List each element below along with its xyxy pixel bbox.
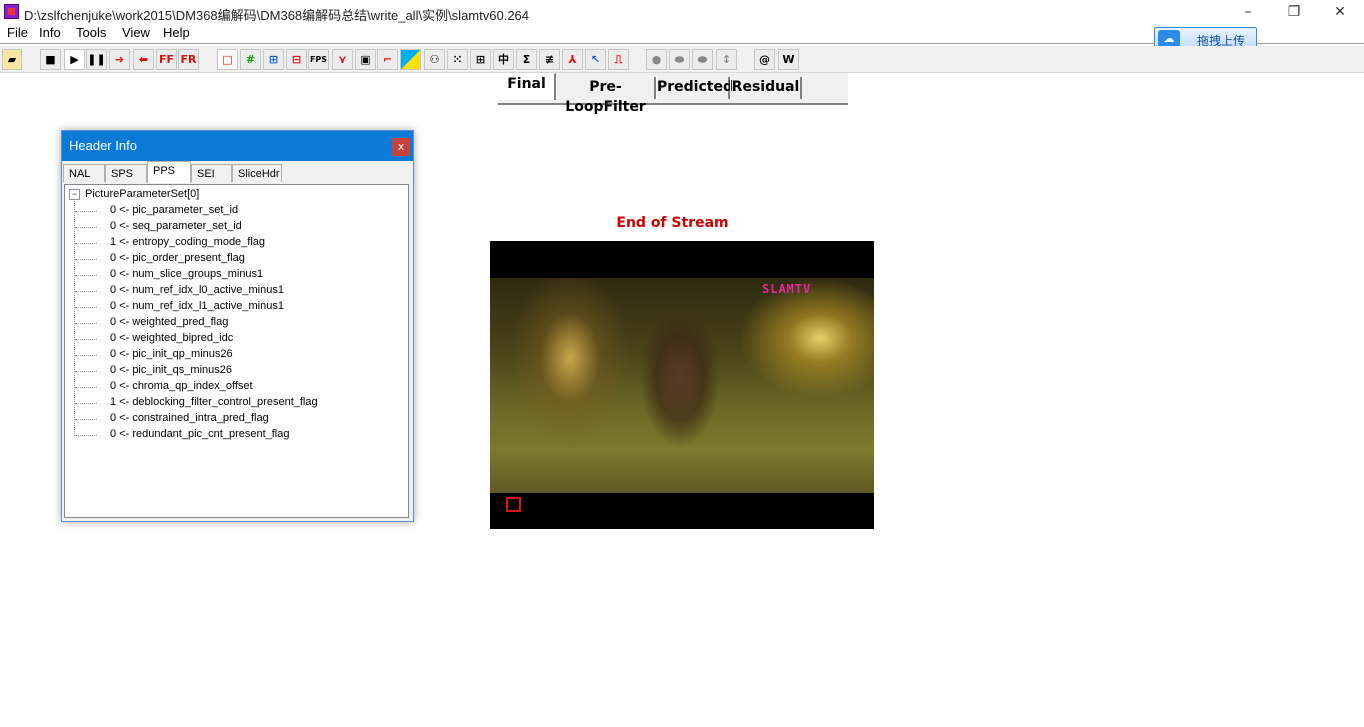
tree-connector [75,307,97,308]
tree-item[interactable]: 0 <- pic_parameter_set_id [110,204,238,216]
video-frame: SLAMTV [490,241,874,529]
tree-item[interactable]: 0 <- weighted_pred_flag [110,316,228,328]
tree-connector [74,199,75,436]
panel-close-button[interactable]: x [392,138,410,156]
title-bar: D:\zslfchenjuke\work2015\DM368编解码\DM368编… [0,0,1364,24]
tree-root-node[interactable]: − PictureParameterSet[0] [69,188,199,200]
tree-connector [75,227,97,228]
crop-icon[interactable]: ⌐ [377,49,398,70]
menu-info[interactable]: Info [39,25,61,40]
pointer-icon[interactable]: ↖ [585,49,606,70]
header-info-panel: Header Info x NAL SPS PPS SEI SliceHdr −… [61,130,414,522]
tree-item[interactable]: 1 <- entropy_coding_mode_flag [110,236,265,248]
color-icon[interactable] [400,49,421,70]
motion-vector-icon[interactable]: ⋎ [332,49,353,70]
window-title: D:\zslfchenjuke\work2015\DM368编解码\DM368编… [24,8,530,23]
step-forward-icon[interactable]: ➜ [109,49,130,70]
open-file-icon[interactable]: ▰ [2,49,22,70]
tree-item[interactable]: 0 <- chroma_qp_index_offset [110,380,253,392]
fps-button[interactable]: FPS [308,49,329,70]
tree-connector [75,291,97,292]
waveform-icon[interactable]: ⎍ [608,49,629,70]
tree-connector [75,275,97,276]
tree-item[interactable]: 0 <- pic_order_present_flag [110,252,245,264]
menu-file[interactable]: File [7,25,28,40]
tab-sps[interactable]: SPS [105,164,147,182]
tree-connector [75,339,97,340]
app-icon [4,4,19,19]
macroblock-marker [506,497,521,512]
at-button[interactable]: @ [754,49,775,70]
tree-item[interactable]: 0 <- num_ref_idx_l0_active_minus1 [110,284,284,296]
tab-sei[interactable]: SEI [191,164,232,182]
sigma-icon[interactable]: Σ [516,49,537,70]
tree-connector [75,259,97,260]
close-window-button[interactable]: ✕ [1317,0,1363,24]
tree-item[interactable]: 1 <- deblocking_filter_control_present_f… [110,396,318,408]
tab-final[interactable]: Final [498,73,556,100]
tree-connector [75,403,97,404]
stop-icon[interactable]: ■ [40,49,61,70]
tree-connector [75,355,97,356]
tab-pre-loopfilter[interactable]: Pre-LoopFilter [556,77,656,115]
partition-icon[interactable]: ⊞ [263,49,284,70]
tree-item[interactable]: 0 <- seq_parameter_set_id [110,220,242,232]
tab-predicted[interactable]: Predicted [656,77,733,99]
tree-connector [75,435,97,436]
play-icon[interactable]: ▶ [64,49,85,70]
video-picture [490,278,874,493]
ellipse-top-icon[interactable]: ⬬ [669,49,690,70]
tree-item[interactable]: 0 <- constrained_intra_pred_flag [110,412,269,424]
tab-nal[interactable]: NAL [63,164,105,182]
toolbar: ▰ ■ ▶ ❚❚ ➜ ⬅ FF FR □ # ⊞ ⊟ FPS ⋎ ▣ ⌐ ⚇ ⁙… [0,46,1364,73]
tree-item[interactable]: 0 <- pic_init_qs_minus26 [110,364,232,376]
grid-icon[interactable]: # [240,49,261,70]
binoculars-icon[interactable]: ⚇ [424,49,445,70]
slice-icon[interactable]: ⊟ [286,49,307,70]
table-icon[interactable]: ⊞ [470,49,491,70]
save-icon[interactable]: ▣ [355,49,376,70]
tab-pps[interactable]: PPS [147,161,191,183]
split-icon[interactable]: 中 [493,49,514,70]
tree-connector [75,211,97,212]
tree-item[interactable]: 0 <- num_slice_groups_minus1 [110,268,263,280]
step-back-icon[interactable]: ⬅ [133,49,154,70]
tree-connector [75,323,97,324]
panel-title-bar[interactable]: Header Info x [62,131,413,161]
dots-grid-icon[interactable]: ⁙ [447,49,468,70]
menu-tools[interactable]: Tools [76,25,106,40]
tree-connector [75,387,97,388]
align-icon[interactable]: ≢ [539,49,560,70]
tree-connector [75,371,97,372]
view-tabs: Final Pre-LoopFilter Predicted Residual [498,73,848,115]
macroblock-icon[interactable]: □ [217,49,238,70]
tab-slicehdr[interactable]: SliceHdr [232,164,282,182]
minimize-button[interactable]: – [1225,0,1271,24]
channel-watermark: SLAMTV [762,282,812,296]
tree-item[interactable]: 0 <- redundant_pic_cnt_present_flag [110,428,290,440]
pps-tree-view[interactable]: − PictureParameterSet[0] 0 <- pic_paramet… [64,184,409,518]
panel-title: Header Info [69,138,137,153]
menu-view[interactable]: View [122,25,150,40]
w-button[interactable]: W [778,49,799,70]
tree-item[interactable]: 0 <- num_ref_idx_l1_active_minus1 [110,300,284,312]
fast-rewind-button[interactable]: FR [178,49,199,70]
collapse-icon[interactable]: − [69,188,80,200]
graph-icon[interactable]: ⅄ [562,49,583,70]
ellipse-bottom-icon[interactable]: ⬬ [692,49,713,70]
tree-root-label: PictureParameterSet[0] [85,188,200,200]
circle-icon[interactable]: ● [646,49,667,70]
tree-connector [75,419,97,420]
fast-forward-button[interactable]: FF [156,49,177,70]
tree-item[interactable]: 0 <- weighted_bipred_idc [110,332,233,344]
pause-icon[interactable]: ❚❚ [86,49,107,70]
tree-item[interactable]: 0 <- pic_init_qp_minus26 [110,348,233,360]
stream-status: End of Stream [616,215,729,231]
tree-connector [75,243,97,244]
restore-button[interactable]: ❐ [1271,0,1317,24]
vertical-arrows-icon[interactable]: ↕ [716,49,737,70]
menu-help[interactable]: Help [163,25,190,40]
tab-residual[interactable]: Residual [730,77,802,99]
